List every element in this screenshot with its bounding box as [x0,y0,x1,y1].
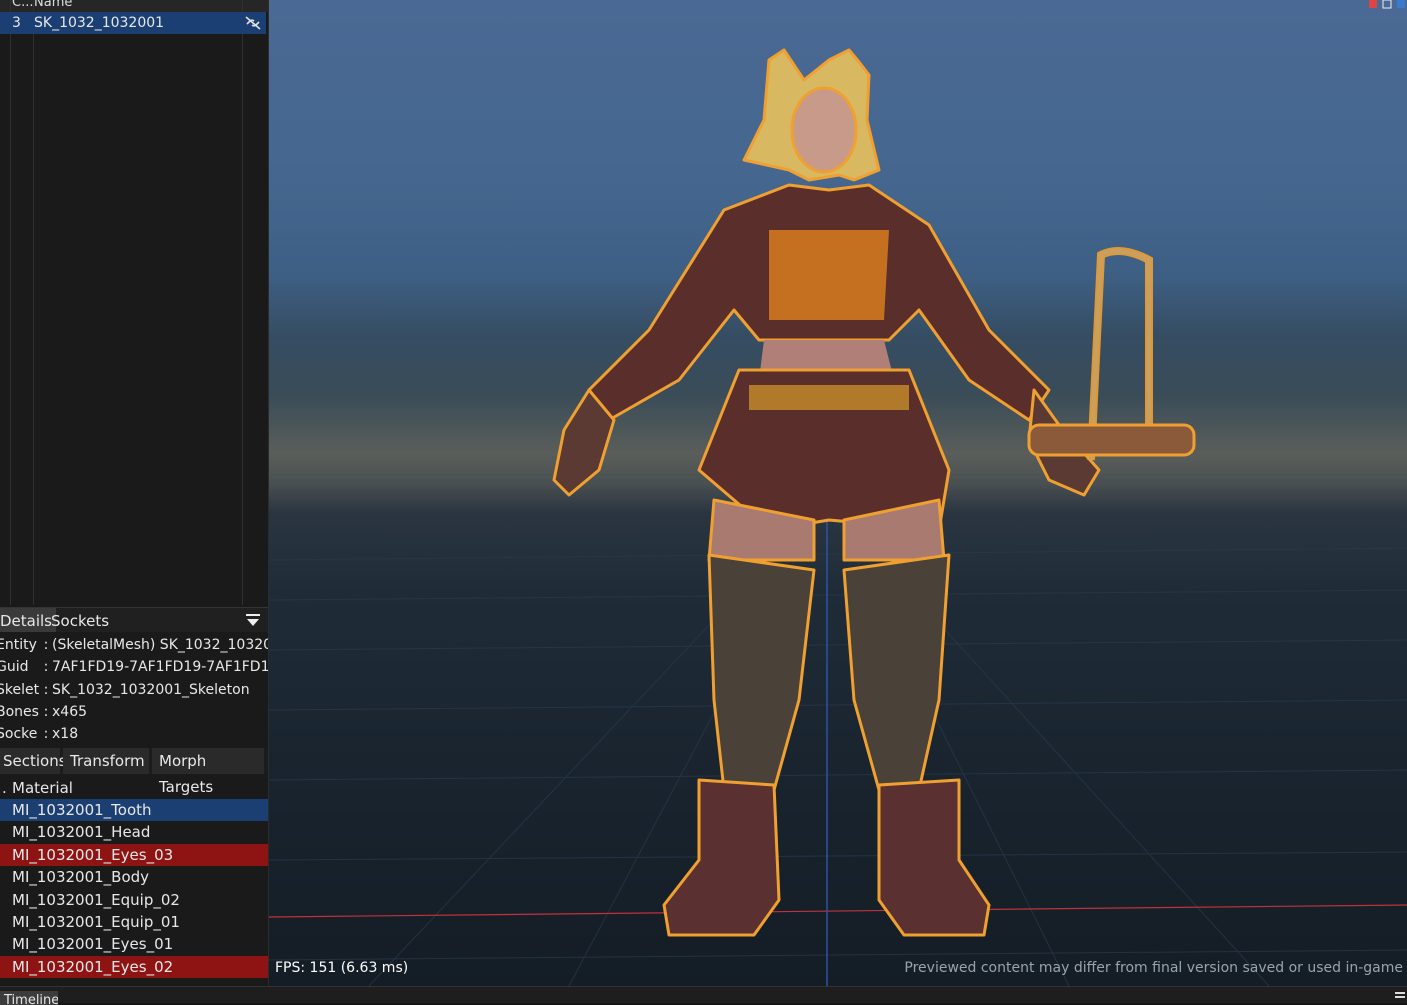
property-guid: Guid:7AF1FD19-7AF1FD19-7AF1FD1 [0,659,269,675]
property-skeleton: Skelet: SK_1032_1032001_Skeleton [0,682,250,698]
material-row[interactable]: MI_1032001_Body [0,866,268,888]
material-row[interactable]: MI_1032001_Eyes_03 [0,844,268,866]
tab-transform[interactable]: Transform [63,748,149,774]
property-entity: Entity: (SkeletalMesh) SK_1032_103200 [0,637,269,653]
material-name: MI_1032001_Body [12,868,150,886]
preview-disclaimer: Previewed content may differ from final … [904,960,1403,976]
entity-name: SK_1032_1032001 [34,15,165,31]
camera-icon [1397,0,1405,8]
menu-icon[interactable] [1395,991,1405,1001]
column-marker: . [2,779,7,797]
column-divider [33,0,34,605]
menu-icon[interactable] [245,612,261,628]
material-name: MI_1032001_Eyes_03 [12,846,174,864]
material-row[interactable]: MI_1032001_Equip_02 [0,889,268,911]
column-divider [10,0,11,605]
material-name: MI_1032001_Tooth [12,801,152,819]
character-model[interactable] [269,0,1407,986]
gizmo-icon [1369,0,1377,8]
material-name: MI_1032001_Eyes_01 [12,935,174,953]
outliner-header: C... Name [0,0,268,12]
tab-timeline[interactable]: Timeline [0,991,58,1005]
material-name: MI_1032001_Equip_02 [12,891,180,909]
material-row[interactable]: MI_1032001_Equip_01 [0,911,268,933]
frame-icon [1382,0,1392,9]
column-header-name[interactable]: Name [34,0,72,9]
material-column-header[interactable]: . Material [0,777,268,799]
section-tabbar: Sections Transform Morph Targets [0,748,268,796]
tab-sockets[interactable]: Sockets [47,608,113,632]
material-row[interactable]: MI_1032001_Tooth [0,799,268,821]
property-sockets: Socke: x18 [0,726,79,742]
tab-morph-targets[interactable]: Morph Targets [152,748,264,796]
timeline-bar: Timeline [0,986,1407,1005]
outliner-entity-row[interactable]: 3 SK_1032_1032001 [0,12,266,34]
material-name: MI_1032001_Head [12,823,151,841]
material-name: MI_1032001_Equip_01 [12,913,180,931]
column-header-c[interactable]: C... [12,0,33,9]
material-row[interactable]: MI_1032001_Head [0,821,268,843]
material-header-label: Material [12,779,73,797]
left-panel: C... Name 3 SK_1032_1032001 Details Sock… [0,0,269,990]
viewport-toolbar-icons[interactable] [1357,0,1407,10]
property-bones: Bones: x465 [0,704,88,720]
column-divider [242,0,243,605]
entity-index: 3 [12,15,21,31]
material-row[interactable]: MI_1032001_Eyes_02 [0,956,268,978]
material-row[interactable]: MI_1032001_Eyes_01 [0,933,268,955]
tab-sections[interactable]: Sections [0,748,67,774]
material-name: MI_1032001_Eyes_02 [12,958,174,976]
details-tabbar: Details Sockets [0,607,268,632]
3d-viewport[interactable]: FPS: 151 (6.63 ms) Previewed content may… [269,0,1407,986]
fps-readout: FPS: 151 (6.63 ms) [275,960,409,976]
unlink-icon[interactable] [244,15,262,31]
